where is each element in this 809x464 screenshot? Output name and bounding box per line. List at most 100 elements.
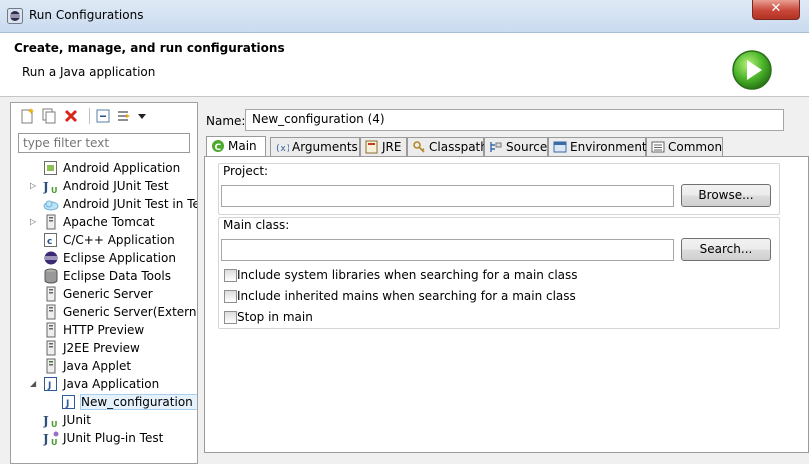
tab-jre[interactable]: JRE bbox=[360, 137, 407, 156]
tree-item-c-cpp-application[interactable]: c C/C++ Application bbox=[11, 231, 197, 249]
database-icon bbox=[44, 268, 58, 284]
tree-item-eclipse-application[interactable]: Eclipse Application bbox=[11, 249, 197, 267]
tree-item-label: Android JUnit Test in Tes bbox=[63, 197, 197, 211]
tree-item-eclipse-data-tools[interactable]: Eclipse Data Tools bbox=[11, 267, 197, 285]
main-tab-icon: C bbox=[212, 140, 224, 153]
tree-twisty bbox=[30, 307, 39, 316]
tree-item-junit[interactable]: JU JUnit bbox=[11, 411, 197, 429]
svg-text:c: c bbox=[47, 237, 52, 247]
tree-item-apache-tomcat[interactable]: ▷ Apache Tomcat bbox=[11, 213, 197, 231]
tree-twisty bbox=[30, 415, 39, 424]
tree-item-java-application[interactable]: ◢ J Java Application bbox=[11, 375, 197, 393]
tree-item-http-preview[interactable]: HTTP Preview bbox=[11, 321, 197, 339]
collapse-icon[interactable]: ◢ bbox=[30, 379, 39, 388]
tree-item-j2ee-preview[interactable]: J2EE Preview bbox=[11, 339, 197, 357]
tree-toolbar bbox=[11, 103, 197, 129]
server-icon bbox=[46, 286, 56, 302]
tree-item-android-junit-test-in-tes[interactable]: Android JUnit Test in Tes bbox=[11, 195, 197, 213]
junit-icon: JU bbox=[43, 180, 58, 194]
tab-label: Arguments bbox=[292, 140, 358, 154]
project-input[interactable] bbox=[221, 185, 674, 207]
tree-twisty bbox=[30, 361, 39, 370]
tree-item-junit-plugin-test[interactable]: JU JUnit Plug-in Test bbox=[11, 429, 197, 447]
expand-icon[interactable]: ▷ bbox=[30, 217, 39, 226]
window-title: Run Configurations bbox=[29, 8, 144, 22]
tab-classpath[interactable]: Classpath bbox=[407, 137, 488, 156]
svg-text:J: J bbox=[43, 432, 49, 446]
main-class-input[interactable] bbox=[221, 239, 674, 261]
tree-item-java-applet[interactable]: Java Applet bbox=[11, 357, 197, 375]
java-app-icon: J bbox=[44, 377, 57, 391]
tab-label: Environment bbox=[570, 140, 647, 154]
svg-text:C: C bbox=[215, 143, 222, 153]
java-app-icon: J bbox=[62, 395, 75, 409]
junit-plugin-icon: JU bbox=[43, 431, 59, 446]
stop-in-main-checkbox[interactable] bbox=[224, 311, 237, 324]
main-class-label: Main class: bbox=[223, 218, 290, 232]
svg-text:J: J bbox=[43, 180, 49, 194]
tree-item-new-configuration[interactable]: J New_configuration (4 bbox=[11, 393, 197, 411]
checkbox-label: Include inherited mains when searching f… bbox=[237, 289, 576, 303]
svg-text:U: U bbox=[51, 186, 58, 194]
close-button[interactable]: ✕ bbox=[752, 0, 800, 20]
server-icon bbox=[46, 340, 56, 356]
tab-label: Source bbox=[506, 140, 548, 154]
svg-text:J: J bbox=[43, 414, 49, 428]
tree-item-android-application[interactable]: Android Application bbox=[11, 159, 197, 177]
tree-item-label: New_configuration (4 bbox=[80, 394, 197, 410]
tab-label: Common bbox=[668, 140, 723, 154]
browse-button[interactable]: Browse... bbox=[681, 184, 771, 207]
server-icon bbox=[46, 304, 56, 320]
tomcat-icon bbox=[46, 214, 56, 230]
checkbox-label: Include system libraries when searching … bbox=[237, 268, 578, 282]
run-icon bbox=[732, 50, 772, 90]
tree-item-label: Eclipse Application bbox=[63, 251, 176, 265]
eclipse-icon bbox=[44, 251, 58, 265]
tab-main[interactable]: C Main bbox=[206, 136, 266, 157]
header-subtitle: Run a Java application bbox=[22, 65, 156, 79]
include-inherited-mains-checkbox[interactable] bbox=[224, 290, 237, 303]
new-configuration-icon[interactable] bbox=[19, 108, 35, 124]
tree-item-android-junit-test[interactable]: ▷ JU Android JUnit Test bbox=[11, 177, 197, 195]
filter-input[interactable] bbox=[18, 133, 190, 153]
tree-item-label: HTTP Preview bbox=[63, 323, 145, 337]
configuration-name-input[interactable]: New_configuration (4) bbox=[245, 109, 784, 131]
tree-item-label: C/C++ Application bbox=[63, 233, 175, 247]
launch-config-tree-panel: Android Application ▷ JU Android JUnit T… bbox=[10, 102, 198, 464]
tree-twisty bbox=[30, 325, 39, 334]
duplicate-icon[interactable] bbox=[41, 108, 57, 124]
collapse-all-icon[interactable] bbox=[95, 108, 111, 124]
tree-item-generic-server[interactable]: Generic Server bbox=[11, 285, 197, 303]
search-button[interactable]: Search... bbox=[681, 238, 771, 261]
classpath-icon bbox=[413, 141, 425, 153]
project-label: Project: bbox=[223, 164, 269, 178]
tab-arguments[interactable]: (x)Arguments bbox=[270, 137, 360, 156]
tree-twisty bbox=[30, 433, 39, 442]
tree-twisty bbox=[30, 271, 39, 280]
tree-item-generic-server-external[interactable]: Generic Server(External L bbox=[11, 303, 197, 321]
tree-twisty bbox=[30, 199, 39, 208]
view-menu-icon[interactable] bbox=[137, 108, 147, 124]
tab-environment[interactable]: Environment bbox=[548, 137, 647, 156]
delete-icon[interactable] bbox=[63, 108, 79, 124]
tree-item-label: Java Applet bbox=[63, 359, 132, 373]
svg-text:(x): (x) bbox=[275, 144, 289, 154]
tab-source[interactable]: Source bbox=[484, 137, 548, 156]
dialog-header: Create, manage, and run configurations R… bbox=[0, 33, 809, 97]
svg-text:J: J bbox=[47, 381, 51, 391]
tree-item-label: JUnit Plug-in Test bbox=[63, 431, 164, 445]
applet-icon bbox=[46, 358, 56, 374]
tree-item-label: Android JUnit Test bbox=[63, 179, 169, 193]
c-app-icon: c bbox=[44, 233, 57, 247]
tab-common[interactable]: Common bbox=[646, 137, 723, 156]
tab-label: Classpath bbox=[429, 140, 488, 154]
common-icon bbox=[651, 141, 665, 153]
svg-text:U: U bbox=[51, 438, 58, 446]
eclipse-window-icon bbox=[7, 8, 23, 24]
project-group: Project: Browse... bbox=[218, 163, 780, 215]
expand-icon[interactable]: ▷ bbox=[30, 181, 39, 190]
filter-icon[interactable] bbox=[117, 108, 133, 124]
tree-item-label: Java Application bbox=[63, 377, 160, 391]
tree-twisty bbox=[30, 163, 39, 172]
include-system-libraries-checkbox[interactable] bbox=[224, 269, 237, 282]
